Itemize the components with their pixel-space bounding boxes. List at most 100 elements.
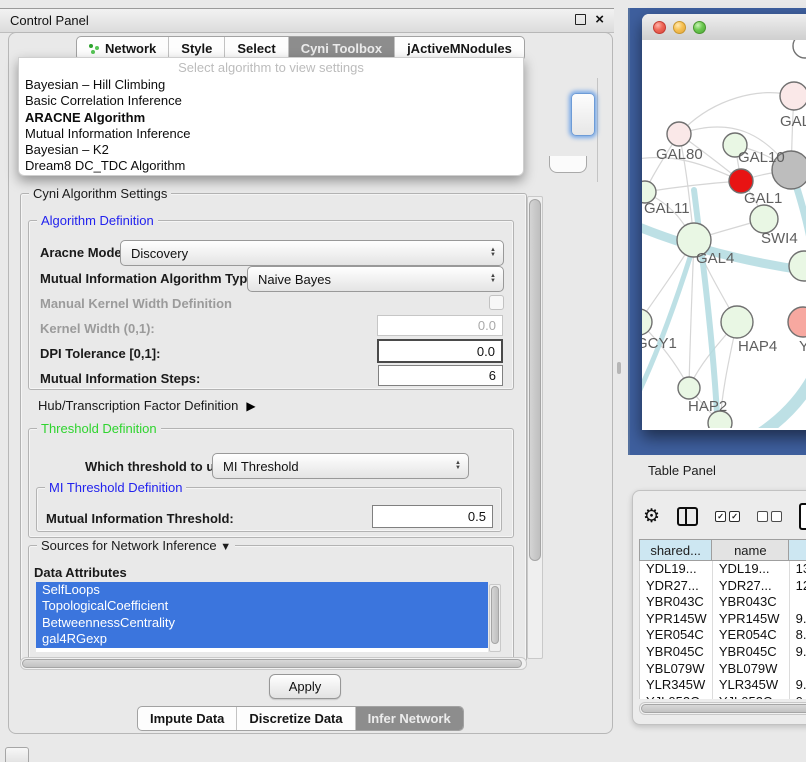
node-label: Y: [799, 338, 806, 355]
table-cell: YPR145W: [713, 611, 790, 628]
network-window-titlebar[interactable]: [642, 14, 806, 41]
network-icon: [89, 43, 100, 54]
network-edge-thick: [760, 376, 806, 428]
focused-combo-fragment[interactable]: [571, 93, 595, 136]
table-row[interactable]: YER054CYER054C8.: [640, 627, 806, 644]
table-row[interactable]: YDL19...YDL19...13: [640, 561, 806, 578]
node-label: GAL: [780, 113, 806, 130]
which-threshold-combo[interactable]: MI Threshold ▲▼: [212, 453, 469, 479]
table-cell: YDL19...: [713, 561, 790, 578]
aracne-mode-combo[interactable]: Discovery ▲▼: [120, 240, 504, 266]
zoom-window-button[interactable]: [693, 21, 706, 34]
columns-icon[interactable]: [677, 507, 698, 526]
table-mode-icon[interactable]: [799, 503, 806, 530]
table-hscrollbar-thumb[interactable]: [641, 704, 806, 713]
column-header-a[interactable]: A: [789, 539, 806, 561]
node-label: HAP4: [738, 338, 777, 355]
network-window: GALGAL80GAL10GAL1GAL11SWI4GAL4GCY1HAP4YH…: [642, 14, 806, 430]
close-window-button[interactable]: [653, 21, 666, 34]
hub-definition-toggle[interactable]: Hub/Transcription Factor Definition ▶: [38, 398, 256, 413]
splitter-handle[interactable]: [617, 362, 621, 374]
attribute-item-gal4rgexp[interactable]: gal4RGexp: [36, 631, 488, 647]
network-node[interactable]: [789, 251, 806, 281]
table-cell: 8.: [790, 627, 806, 644]
tab-discretize-data[interactable]: Discretize Data: [236, 707, 354, 730]
column-header-name[interactable]: name: [712, 539, 789, 561]
attr-list-vscrollbar-thumb[interactable]: [491, 586, 499, 644]
deselect-all-columns-icon[interactable]: [757, 511, 782, 522]
dropdown-item-aracne-algorithm[interactable]: ARACNE Algorithm: [19, 110, 523, 126]
dpi-tolerance-field[interactable]: 0.0: [377, 339, 503, 363]
network-node[interactable]: [788, 307, 806, 337]
attribute-item-betweennesscentrality[interactable]: BetweennessCentrality: [36, 615, 488, 631]
table-row[interactable]: YLR345WYLR345W9.: [640, 677, 806, 694]
aracne-mode-label: Aracne Mode:: [40, 245, 126, 260]
close-panel-icon[interactable]: ×: [595, 13, 604, 26]
kernel-width-field[interactable]: 0.0: [377, 315, 503, 336]
dropdown-item-bayesian-k2[interactable]: Bayesian – K2: [19, 142, 523, 158]
network-node[interactable]: [678, 377, 700, 399]
mi-type-combo[interactable]: Naive Bayes ▲▼: [247, 266, 504, 292]
settings-hscrollbar-thumb[interactable]: [22, 659, 522, 668]
column-header-shared-[interactable]: shared...: [639, 539, 712, 561]
mi-threshold-field[interactable]: 0.5: [372, 505, 493, 528]
network-edge: [679, 93, 794, 134]
dropdown-item-mutual-information-inference[interactable]: Mutual Information Inference: [19, 126, 523, 142]
tab-infer-network[interactable]: Infer Network: [355, 707, 463, 730]
table-row[interactable]: YJL052CYJL052C0.: [640, 694, 806, 699]
manual-kernel-checkbox[interactable]: [489, 295, 504, 310]
table-cell: YBR043C: [713, 594, 790, 611]
minimized-panel-button[interactable]: [5, 747, 29, 762]
minimize-window-button[interactable]: [673, 21, 686, 34]
tab-label: Select: [237, 41, 275, 56]
attribute-item-selfloops[interactable]: SelfLoops: [36, 582, 488, 598]
bottom-tab-bar: Impute DataDiscretize DataInfer Network: [137, 706, 464, 731]
data-attributes-list: SelfLoopsTopologicalCoefficientBetweenne…: [36, 582, 488, 652]
float-panel-icon[interactable]: [575, 14, 586, 25]
sources-group-title: Sources for Network Inference ▼: [37, 538, 235, 553]
attribute-item-topologicalcoefficient[interactable]: TopologicalCoefficient: [36, 598, 488, 614]
settings-hscrollbar[interactable]: [20, 657, 527, 670]
network-node[interactable]: [793, 40, 806, 58]
network-node[interactable]: [750, 205, 778, 233]
gear-icon[interactable]: ⚙: [643, 507, 660, 527]
select-all-columns-icon[interactable]: ✓ ✓: [715, 511, 740, 522]
table-cell: YDL19...: [640, 561, 713, 578]
dropdown-item-basic-correlation-inference[interactable]: Basic Correlation Inference: [19, 93, 523, 109]
mi-threshold-group-title: MI Threshold Definition: [45, 480, 186, 495]
mi-steps-field[interactable]: 6: [378, 365, 503, 386]
tab-impute-data[interactable]: Impute Data: [138, 707, 236, 730]
network-view-frame: GALGAL80GAL10GAL1GAL11SWI4GAL4GCY1HAP4YH…: [628, 8, 806, 455]
spinner-icon: ▲▼: [490, 274, 496, 284]
settings-vscrollbar[interactable]: [527, 196, 543, 659]
node-label: GAL80: [656, 146, 703, 163]
table-panel: ⚙ ✓ ✓ shared...nameA YDL19...YDL19...13Y…: [632, 490, 806, 725]
node-table: shared...nameA YDL19...YDL19...13YDR27..…: [639, 539, 806, 699]
tab-label: Network: [105, 41, 156, 56]
node-label: GAL10: [738, 149, 785, 166]
table-hscrollbar[interactable]: [639, 702, 806, 715]
apply-button[interactable]: Apply: [269, 674, 341, 699]
network-node[interactable]: [642, 309, 652, 335]
dropdown-item-bayesian-hill-climbing[interactable]: Bayesian – Hill Climbing: [19, 77, 523, 93]
node-label: GAL11: [644, 200, 690, 217]
table-cell: YBL079W: [713, 661, 790, 678]
node-label: SWI4: [761, 230, 798, 247]
table-row[interactable]: YBR043CYBR043C: [640, 594, 806, 611]
settings-vscrollbar-thumb[interactable]: [529, 199, 541, 561]
network-canvas[interactable]: GALGAL80GAL10GAL1GAL11SWI4GAL4GCY1HAP4YH…: [642, 40, 806, 428]
collapse-down-icon[interactable]: ▼: [220, 541, 231, 553]
dropdown-item-dream8-dc-tdc-algorithm[interactable]: Dream8 DC_TDC Algorithm: [19, 158, 523, 174]
table-row[interactable]: YDR27...YDR27...12: [640, 578, 806, 595]
table-row[interactable]: YBL079WYBL079W: [640, 661, 806, 678]
table-cell: YDR27...: [640, 578, 713, 595]
network-node[interactable]: [667, 122, 691, 146]
algorithm-dropdown-list: Select algorithm to view settings Bayesi…: [18, 57, 524, 176]
network-node[interactable]: [780, 82, 806, 110]
table-row[interactable]: YBR045CYBR045C9.: [640, 644, 806, 661]
network-node[interactable]: [721, 306, 753, 338]
table-row[interactable]: YPR145WYPR145W9.: [640, 611, 806, 628]
attr-list-vscrollbar[interactable]: [489, 584, 501, 652]
expand-right-icon: ▶: [246, 399, 255, 413]
table-cell: YJL052C: [713, 694, 790, 699]
